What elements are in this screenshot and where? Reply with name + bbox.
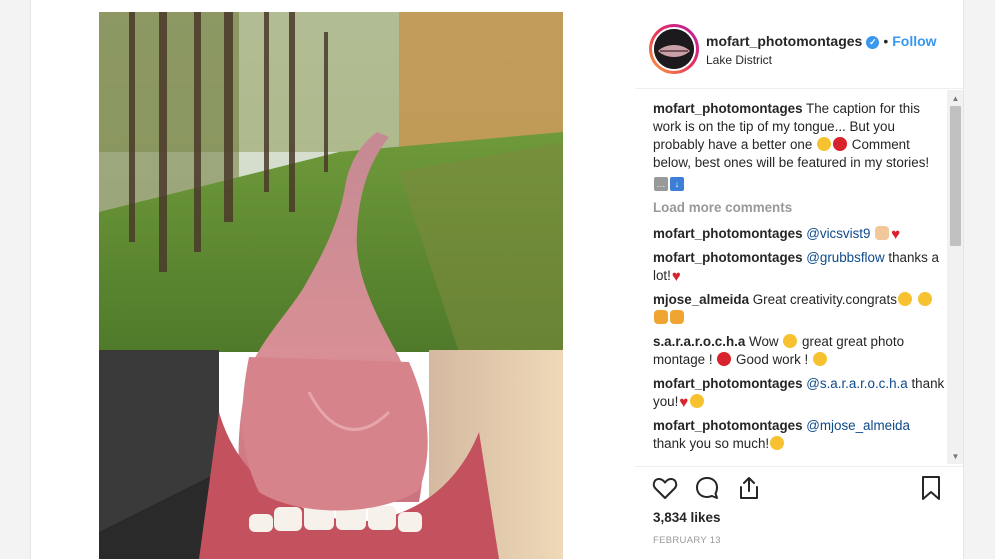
username-link[interactable]: mofart_photomontages: [706, 33, 862, 49]
action-bar: [651, 474, 945, 504]
avatar[interactable]: [652, 27, 696, 71]
laughing-emoji-icon: [817, 137, 832, 151]
heart-emoji-icon: ♥: [671, 268, 681, 285]
avatar-image: [654, 29, 694, 69]
comment-username[interactable]: mofart_photomontages: [653, 418, 803, 433]
divider: [635, 466, 963, 467]
comment-item: mofart_photomontages @mjose_almeida than…: [653, 417, 945, 453]
divider: [635, 88, 963, 89]
comment-username[interactable]: mofart_photomontages: [653, 226, 803, 241]
comment-text-c: Good work !: [736, 352, 809, 367]
heart-eyes-emoji-icon: [897, 292, 912, 306]
comment-text: Great creativity.congrats: [752, 292, 897, 307]
comment-mention[interactable]: @vicsvist9: [806, 226, 870, 241]
comment-item: mofart_photomontages @s.a.r.a.r.o.c.h.a …: [653, 375, 945, 411]
separator-dot: •: [883, 33, 889, 49]
caption: mofart_photomontages The caption for thi…: [653, 100, 945, 191]
surprised-emoji-icon: [783, 334, 798, 348]
speech-balloon-emoji-icon: …: [654, 177, 668, 191]
location-link[interactable]: Lake District: [706, 53, 772, 67]
heart-outline-icon[interactable]: [651, 474, 679, 502]
photomontage-image: [99, 12, 563, 559]
post-photo[interactable]: [99, 12, 563, 559]
comment-item: s.a.r.a.r.o.c.h.a Wow great great photo …: [653, 333, 945, 369]
post-card: mofart_photomontages ✓ • Follow Lake Distri…: [30, 0, 964, 559]
lips-avatar-graphic: [654, 29, 694, 69]
kissing-emoji-icon: [770, 436, 785, 450]
comment-username[interactable]: mofart_photomontages: [653, 376, 803, 391]
avatar-story-ring[interactable]: [649, 24, 699, 74]
smiling-emoji-icon: [812, 352, 827, 366]
author-line: mofart_photomontages ✓ • Follow: [706, 33, 937, 49]
comment-item: mofart_photomontages @grubbsflow thanks …: [653, 249, 945, 285]
bookmark-icon[interactable]: [917, 474, 945, 502]
comment-username[interactable]: mofart_photomontages: [653, 250, 803, 265]
comment-text: Wow: [749, 334, 779, 349]
verified-badge-icon: ✓: [866, 36, 880, 49]
comment-item: mofart_photomontages @vicsvist9 ♥: [653, 225, 945, 243]
comment-text: thank you so much!: [653, 436, 770, 451]
tongue-emoji-icon: [833, 137, 848, 151]
share-upload-icon[interactable]: [735, 474, 763, 502]
scrollbar-thumb[interactable]: [950, 106, 961, 246]
folded-hands-emoji-icon: [875, 226, 890, 240]
follow-button[interactable]: Follow: [892, 33, 936, 49]
likes-count[interactable]: 3,834 likes: [653, 510, 721, 525]
comments-scrollbar[interactable]: ▲ ▼: [947, 90, 963, 464]
heart-emoji-icon: ♥: [679, 394, 689, 411]
comments-panel[interactable]: mofart_photomontages The caption for thi…: [653, 100, 945, 464]
speech-bubble-icon[interactable]: [693, 474, 721, 502]
comment-username[interactable]: s.a.r.a.r.o.c.h.a: [653, 334, 745, 349]
comment-item: mjose_almeida Great creativity.congrats: [653, 291, 945, 327]
load-more-comments-button[interactable]: Load more comments: [653, 199, 945, 217]
comment-mention[interactable]: @grubbsflow: [806, 250, 884, 265]
clapping-hands-emoji-icon: [670, 310, 684, 324]
scroll-down-arrow-icon[interactable]: ▼: [947, 450, 963, 464]
tongue-emoji-icon: [717, 352, 732, 366]
heart-eyes-emoji-icon: [917, 292, 932, 306]
comment-mention[interactable]: @s.a.r.a.r.o.c.h.a: [806, 376, 907, 391]
post-date[interactable]: FEBRUARY 13: [653, 535, 721, 546]
heart-eyes-emoji-icon: [690, 394, 705, 408]
heart-emoji-icon: ♥: [891, 226, 901, 243]
comment-mention[interactable]: @mjose_almeida: [806, 418, 910, 433]
scroll-up-arrow-icon[interactable]: ▲: [947, 92, 963, 106]
clapping-hands-emoji-icon: [654, 310, 668, 324]
caption-username[interactable]: mofart_photomontages: [653, 101, 803, 116]
down-arrow-emoji-icon: ↓: [670, 177, 684, 191]
post-header: mofart_photomontages ✓ • Follow Lake Distri…: [649, 24, 949, 76]
comment-username[interactable]: mjose_almeida: [653, 292, 749, 307]
